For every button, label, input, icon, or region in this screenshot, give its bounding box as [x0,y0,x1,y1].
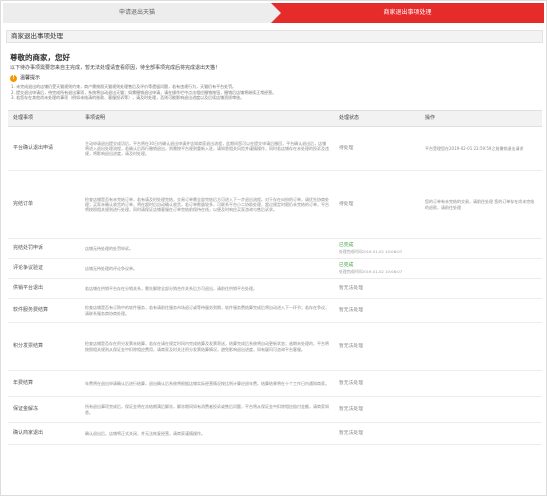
section-title: 商家退出事项处理 [6,30,543,43]
step-apply-exit: 申请退出天猫 [3,3,281,23]
item-status: 待处理 [334,170,420,239]
col-header-status: 处理状态 [334,110,420,127]
item-name: 保证金解冻 [8,396,80,423]
item-desc: 主动申请退出提交成功后，平台将在30日内确认退出申请并告知商家退出流程，此期间您… [80,126,334,171]
table-row: 保证金解冻 所有退出事项完成后，保证金将在冻结期满后解冻，解冻期间如有消费者投诉… [8,396,542,423]
item-desc: 确认退出后，店铺将正式关闭，并无法恢复经营，请商家谨慎操作。 [80,422,334,445]
table-row: 完结订单 检查店铺是否有未完结订单，若有请及时处理完结，交易订单需全部完结后方可… [8,170,542,239]
table-header-row: 处理事项 事项说明 处理状态 操作 [8,110,542,127]
item-name: 评论争议验证 [8,258,80,279]
item-desc: 检查店铺是否存在积分发票未结算，若存在请在规定时间内完成结算及发票寄送，结算完成… [80,322,334,371]
intro-text: 以下待办事项需要您来自主完成，暂无法处理请查看原因，待全部事项完成后将完成退出天… [10,65,221,71]
item-name: 确认商家退出 [8,422,80,445]
item-status-cell: 已完成 处理完成时间2019-01-02 10:08:07 [334,258,420,279]
table-row: 完结处罚申诉 店铺无待处理的处罚申诉。 已完成 处理完成时间2019-01-02… [8,238,542,259]
item-desc: 检查店铺是否有订购中的软件服务，若有请前往服务市场退订或等待服务到期，软件服务费… [80,298,334,323]
col-header-op: 操作 [420,110,542,127]
item-status-cell: 已完成 处理完成时间2019-01-02 10:08:07 [334,238,420,259]
progress-steps: 申请退出天猫 商家退出事项处理 [3,3,544,23]
tips-box: ! 温馨提示 1. 未完成退出的店铺仍受天猫规则约束，商户需按照天猫规则处理售后… [10,75,539,101]
tips-title: 温馨提示 [20,75,41,82]
item-status-time: 处理完成时间2019-01-02 10:08:07 [339,248,403,254]
item-desc: 所有退出事项完成后，保证金将在冻结期满后解冻，解冻期间如有消费者投诉或售后问题，… [80,396,334,423]
item-status: 暂无法处理 [334,422,420,445]
info-icon: ! [10,75,17,82]
tip-line: 3. 若您存在其他尚未处理的事项（例如未结清的账款、客服投诉等），请及时处理，否… [11,95,245,101]
item-desc: 店铺无待处理的评论争议单。 [80,258,334,279]
table-row: 平台确认退出申请 主动申请退出提交成功后，平台将在30日内确认退出申请并告知商家… [8,126,542,171]
item-op [420,238,542,259]
table-row: 供销平台退出 若店铺在供销平台存在分销关系，需先解除全部分销合作关系后方可退出，… [8,278,542,299]
item-status: 暂无法处理 [334,322,420,371]
table-row: 确认商家退出 确认退出后，店铺将正式关闭，并无法恢复经营，请商家谨慎操作。 暂无… [8,422,542,445]
item-name: 平台确认退出申请 [8,126,80,171]
exit-items-table: 处理事项 事项说明 处理状态 操作 平台确认退出申请 主动申请退出提交成功后，平… [8,110,542,445]
table-row: 评论争议验证 店铺无待处理的评论争议单。 已完成 处理完成时间2019-01-0… [8,258,542,279]
item-name: 完结订单 [8,170,80,239]
col-header-desc: 事项说明 [80,110,334,127]
item-status: 暂无法处理 [334,396,420,423]
table-row: 积分发票结算 检查店铺是否存在积分发票未结算，若存在请在规定时间内完成结算及发票… [8,322,542,371]
item-desc: 年费将在退出申请确认后进行结算，退出确认后系统将根据店铺实际经营情况按比例计算应… [80,370,334,397]
item-op [420,278,542,299]
item-name: 供销平台退出 [8,278,80,299]
item-name: 积分发票结算 [8,322,80,371]
item-op [420,258,542,279]
item-op [420,322,542,371]
table-row: 年费结算 年费将在退出申请确认后进行结算，退出确认后系统将根据店铺实际经营情况按… [8,370,542,397]
greeting: 尊敬的商家，您好 [10,53,70,62]
table-row: 软件服务费结算 检查店铺是否有订购中的软件服务，若有请前往服务市场退订或等待服务… [8,298,542,323]
item-status: 暂无法处理 [334,298,420,323]
item-op [420,370,542,397]
item-name: 完结处罚申诉 [8,238,80,259]
item-name: 年费结算 [8,370,80,397]
item-op[interactable]: 平台受理您在2019-02-01 23:59:59之前撤销退出请求 [420,126,542,171]
item-status: 暂无法处理 [334,278,420,299]
page: 申请退出天猫 商家退出事项处理 商家退出事项处理 尊敬的商家，您好 以下待办事项… [0,0,547,496]
step-exit-items: 商家退出事项处理 [271,3,544,23]
item-status-time: 处理完成时间2019-01-02 10:08:07 [339,268,403,274]
item-status: 待处理 [334,126,420,171]
table-body: 平台确认退出申请 主动申请退出提交成功后，平台将在30日内确认退出申请并告知商家… [8,126,542,445]
item-status: 暂无法处理 [334,370,420,397]
tips-header: ! 温馨提示 [10,75,539,82]
item-op-link[interactable]: 您的订单有未完结的交易，请前往处理 您的订单存在尚未完结的退款，请前往处理 [420,170,542,239]
item-op [420,396,542,423]
item-desc: 若店铺在供销平台存在分销关系，需先解除全部分销合作关系后方可退出，请前往供销平台… [80,278,334,299]
item-op [420,422,542,445]
item-name: 软件服务费结算 [8,298,80,323]
col-header-item: 处理事项 [8,110,80,127]
item-op [420,298,542,323]
item-desc: 店铺无待处理的处罚申诉。 [80,238,334,259]
item-desc: 检查店铺是否有未完结订单，若有请及时处理完结，交易订单需全部完结后方可进入下一步… [80,170,334,239]
